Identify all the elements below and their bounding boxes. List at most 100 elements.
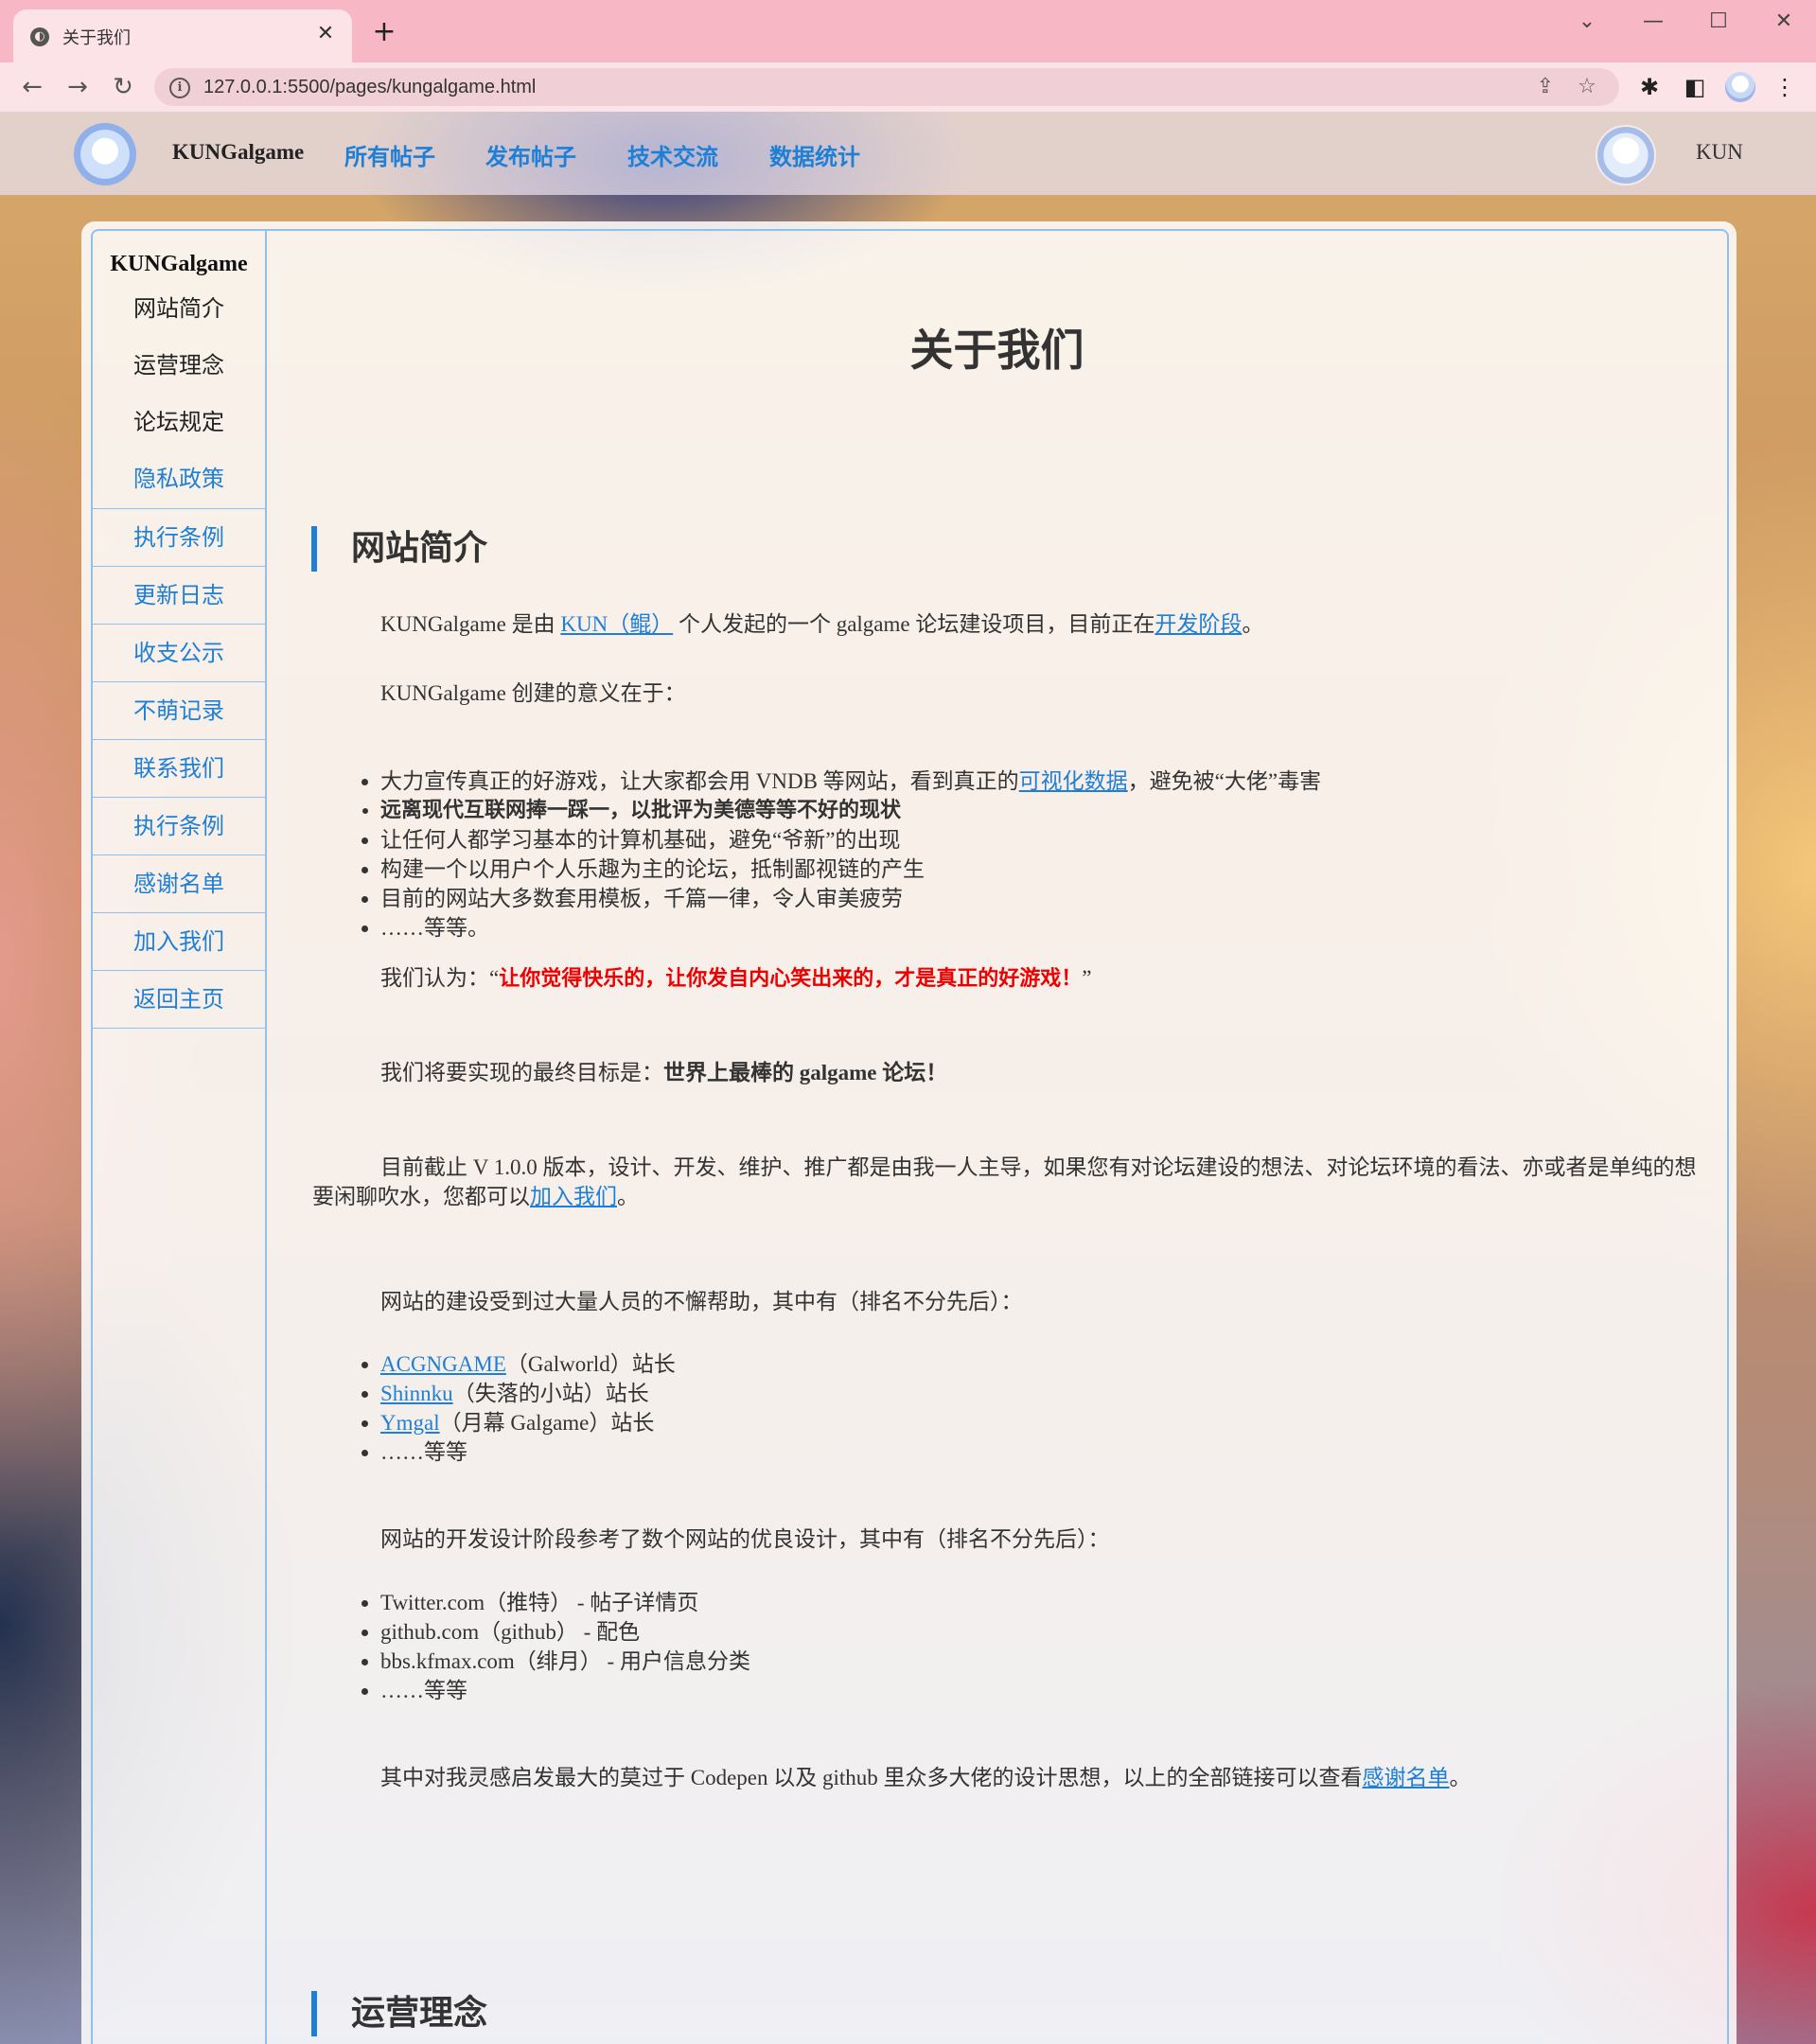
sidebar-item-finance[interactable]: 收支公示 <box>93 624 265 681</box>
globe-icon: ◐ <box>30 27 49 46</box>
sidebar-item-changelog[interactable]: 更新日志 <box>93 566 265 624</box>
list-item: 构建一个以用户个人乐趣为主的论坛，抵制鄙视链的产生 <box>380 855 1321 884</box>
list-item: ……等等 <box>380 1676 750 1705</box>
nav-new-post[interactable]: 发布帖子 <box>485 138 576 171</box>
text: （月幕 Galgame）站长 <box>439 1411 655 1435</box>
tab-title: 关于我们 <box>62 28 131 48</box>
list-item: Shinnku（失落的小站）站长 <box>380 1379 676 1408</box>
text: 。 <box>1242 612 1264 636</box>
text: （失落的小站）站长 <box>452 1382 649 1405</box>
list-item: ……等等 <box>380 1437 676 1467</box>
text: ，避免被“大佬”毒害 <box>1127 769 1322 793</box>
section-heading-intro: 网站简介 <box>311 526 487 572</box>
maximize-icon[interactable]: ☐ <box>1697 8 1740 36</box>
list-item: 让任何人都学习基本的计算机基础，避免“爷新”的出现 <box>380 825 1321 855</box>
share-icon[interactable]: ⇪ <box>1532 74 1559 100</box>
goal-highlight: 世界上最棒的 galgame 论坛！ <box>663 1061 948 1084</box>
new-tab-icon[interactable]: + <box>369 17 399 47</box>
list-item: bbs.kfmax.com（绯月） - 用户信息分类 <box>380 1647 750 1676</box>
belief-paragraph: 我们认为：“让你觉得快乐的，让你发自内心笑出来的，才是真正的好游戏！” <box>312 963 1709 994</box>
address-bar[interactable]: i 127.0.0.1:5500/pages/kungalgame.html ⇪… <box>154 68 1619 106</box>
sidebar-item-home[interactable]: 返回主页 <box>93 970 265 1029</box>
sidebar-item-philosophy[interactable]: 运营理念 <box>93 337 265 394</box>
list-item: Twitter.com（推特） - 帖子详情页 <box>380 1588 750 1617</box>
visual-data-link[interactable]: 可视化数据 <box>1019 769 1128 793</box>
user-avatar[interactable] <box>1597 127 1654 184</box>
menu-kebab-icon[interactable]: ⋮ <box>1770 72 1800 102</box>
sidebar-item-regulations-2[interactable]: 执行条例 <box>93 797 265 855</box>
acgngame-link[interactable]: ACGNGAME <box>380 1352 506 1376</box>
list-item: github.com（github） - 配色 <box>380 1617 750 1647</box>
reload-icon[interactable]: ↻ <box>106 70 140 104</box>
helpers-list: ACGNGAME（Galworld）站长 Shinnku（失落的小站）站长 Ym… <box>343 1349 676 1467</box>
sidebar-item-intro[interactable]: 网站简介 <box>93 280 265 337</box>
sidebar-item-records[interactable]: 不萌记录 <box>93 681 265 739</box>
minimize-icon[interactable]: — <box>1631 8 1675 36</box>
text: 目前截止 V 1.0.0 版本，设计、开发、维护、推广都是由我一人主导，如果您有… <box>312 1155 1697 1208</box>
inspire-paragraph: 其中对我灵感启发最大的莫过于 Codepen 以及 github 里众多大佬的设… <box>312 1763 1709 1792</box>
list-item: Ymgal（月幕 Galgame）站长 <box>380 1408 676 1437</box>
text: KUNGalgame 是由 <box>380 612 561 636</box>
meaning-list: 大力宣传真正的好游戏，让大家都会用 VNDB 等网站，看到真正的可视化数据，避免… <box>343 766 1321 943</box>
text: 我们将要实现的最终目标是： <box>380 1061 663 1084</box>
nav-all-posts[interactable]: 所有帖子 <box>344 138 435 171</box>
goal-paragraph: 我们将要实现的最终目标是：世界上最棒的 galgame 论坛！ <box>312 1058 1709 1087</box>
section-heading-philosophy: 运营理念 <box>311 1991 487 2036</box>
username[interactable]: KUN <box>1696 140 1743 165</box>
back-icon[interactable]: ← <box>15 70 49 104</box>
intro-paragraph: KUNGalgame 是由 KUN（鲲） 个人发起的一个 galgame 论坛建… <box>312 609 1709 639</box>
sidebar-item-rules[interactable]: 论坛规定 <box>93 394 265 450</box>
nav-tech[interactable]: 技术交流 <box>627 138 718 171</box>
forward-icon[interactable]: → <box>61 70 95 104</box>
page-viewport: KUNGalgame 所有帖子 发布帖子 技术交流 数据统计 KUN KUNGa… <box>0 112 1816 2044</box>
page-title: 关于我们 <box>909 325 1084 376</box>
close-tab-icon[interactable]: ✕ <box>312 21 339 47</box>
profile-avatar-icon[interactable] <box>1725 72 1755 102</box>
about-content: 关于我们 网站简介 KUNGalgame 是由 KUN（鲲） 个人发起的一个 g… <box>267 231 1727 2044</box>
site-info-icon[interactable]: i <box>169 78 190 98</box>
ymgal-link[interactable]: Ymgal <box>380 1411 440 1435</box>
browser-toolbar: ← → ↻ i 127.0.0.1:5500/pages/kungalgame.… <box>0 62 1816 112</box>
side-panel-icon[interactable]: ◧ <box>1680 72 1710 102</box>
sidebar-item-regulations[interactable]: 执行条例 <box>93 508 265 566</box>
text: 大力宣传真正的好游戏，让大家都会用 VNDB 等网站，看到真正的 <box>380 769 1019 793</box>
tab-search-icon[interactable]: ⌄ <box>1565 8 1609 36</box>
list-item: 远离现代互联网捧一踩一，以批评为美德等等不好的现状 <box>380 796 1321 825</box>
text: 个人发起的一个 galgame 论坛建设项目，目前正在 <box>673 612 1155 636</box>
thanks-list-link[interactable]: 感谢名单 <box>1363 1766 1450 1789</box>
text: 我们认为：“ <box>380 966 500 990</box>
close-window-icon[interactable]: ✕ <box>1762 8 1806 36</box>
bookmark-star-icon[interactable]: ☆ <box>1574 74 1600 100</box>
refs-intro: 网站的开发设计阶段参考了数个网站的优良设计，其中有（排名不分先后）： <box>380 1527 1110 1551</box>
browser-titlebar: ◐ 关于我们 ✕ + ⌄ — ☐ ✕ <box>0 0 1816 62</box>
helpers-intro: 网站的建设受到过大量人员的不懈帮助，其中有（排名不分先后）： <box>380 1290 1023 1313</box>
dev-stage-link[interactable]: 开发阶段 <box>1155 612 1242 636</box>
sidebar-item-join[interactable]: 加入我们 <box>93 912 265 970</box>
sidebar-item-privacy[interactable]: 隐私政策 <box>93 450 265 507</box>
text: 。 <box>1449 1766 1472 1789</box>
list-item: ACGNGAME（Galworld）站长 <box>380 1349 676 1379</box>
text: 其中对我灵感启发最大的莫过于 Codepen 以及 github 里众多大佬的设… <box>380 1766 1363 1789</box>
extensions-puzzle-icon[interactable]: ✱ <box>1634 72 1665 102</box>
site-logo[interactable] <box>74 123 136 185</box>
sidebar-item-thanks[interactable]: 感谢名单 <box>93 855 265 912</box>
list-item: 目前的网站大多数套用模板，千篇一律，令人审美疲劳 <box>380 884 1321 913</box>
nav-stats[interactable]: 数据统计 <box>769 138 860 171</box>
text: ” <box>1082 966 1092 990</box>
version-paragraph: 目前截止 V 1.0.0 版本，设计、开发、维护、推广都是由我一人主导，如果您有… <box>312 1153 1709 1211</box>
refs-list: Twitter.com（推特） - 帖子详情页 github.com（githu… <box>343 1588 750 1705</box>
browser-tab[interactable]: ◐ 关于我们 ✕ <box>13 9 352 62</box>
url-text[interactable]: 127.0.0.1:5500/pages/kungalgame.html <box>203 77 536 98</box>
shinnku-link[interactable]: Shinnku <box>380 1382 453 1405</box>
about-frame: KUNGalgame 网站简介 运营理念 论坛规定 隐私政策 执行条例 更新日志… <box>91 229 1729 2044</box>
kun-link[interactable]: KUN（鲲） <box>560 612 673 636</box>
text: 。 <box>617 1185 639 1208</box>
join-us-link[interactable]: 加入我们 <box>530 1185 617 1208</box>
meaning-intro: KUNGalgame 创建的意义在于： <box>380 681 686 705</box>
text: （Galworld）站长 <box>505 1352 676 1376</box>
list-item: 大力宣传真正的好游戏，让大家都会用 VNDB 等网站，看到真正的可视化数据，避免… <box>380 766 1321 796</box>
sidebar-title: KUNGalgame <box>110 252 248 276</box>
sidebar-item-contact[interactable]: 联系我们 <box>93 739 265 797</box>
belief-highlight: 让你觉得快乐的，让你发自内心笑出来的，才是真正的好游戏！ <box>499 967 1083 991</box>
brand-name[interactable]: KUNGalgame <box>172 140 304 165</box>
